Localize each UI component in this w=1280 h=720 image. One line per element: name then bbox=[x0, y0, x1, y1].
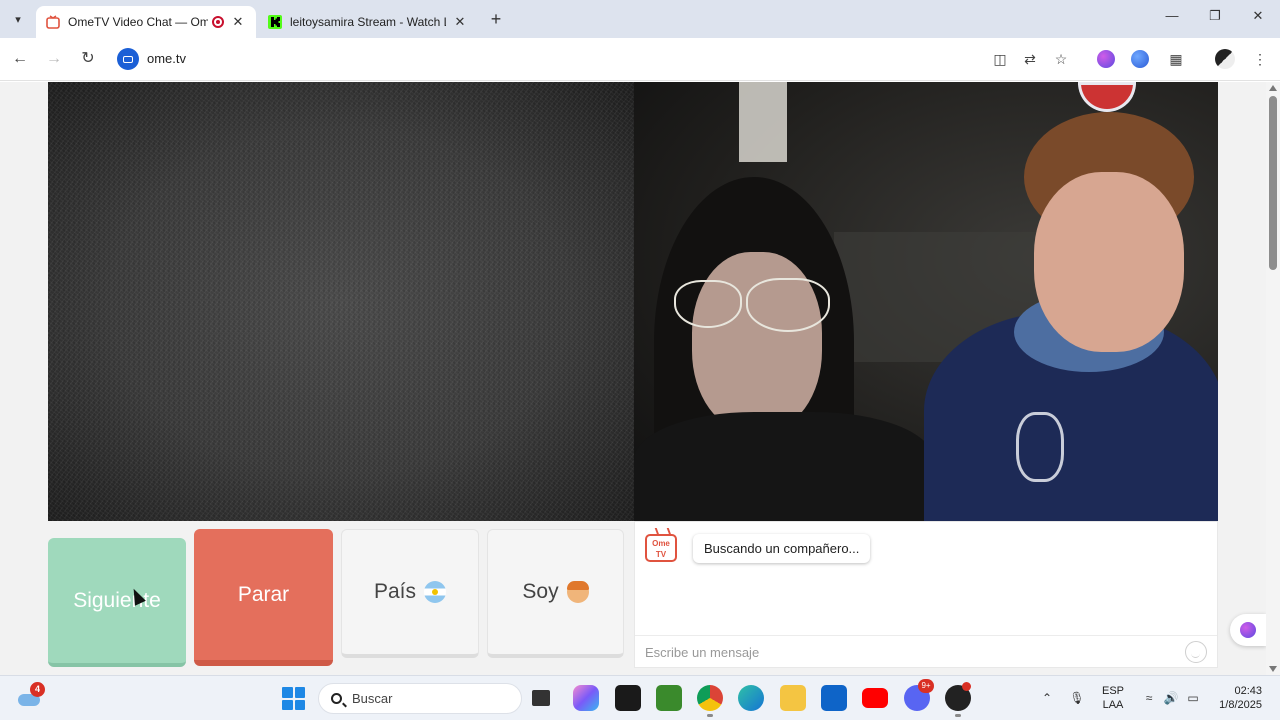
hoodie-logo bbox=[1016, 412, 1064, 482]
taskbar-search-label: Buscar bbox=[352, 691, 393, 706]
weather-widget[interactable]: 4 bbox=[16, 682, 45, 710]
tab-search-button[interactable]: ▾ bbox=[6, 8, 30, 30]
outlook-icon[interactable] bbox=[821, 685, 847, 711]
tab-title: OmeTV Video Chat — OmeTV bbox=[68, 15, 208, 29]
tab-ometv[interactable]: OmeTV Video Chat — OmeTV ✕ bbox=[36, 6, 256, 38]
tab-title: leitoysamira Stream - Watch Live bbox=[290, 15, 446, 29]
glasses-lens-left bbox=[674, 280, 742, 328]
gender-button-label: Soy bbox=[522, 580, 559, 603]
minecraft-icon[interactable] bbox=[656, 685, 682, 711]
chevron-up-icon[interactable]: ⌃ bbox=[1038, 689, 1056, 707]
new-tab-button[interactable]: + bbox=[486, 9, 506, 29]
discord-icon[interactable]: 9+ bbox=[904, 679, 934, 711]
discord-badge: 9+ bbox=[918, 679, 934, 693]
country-button-label: País bbox=[373, 580, 417, 603]
scroll-down-icon[interactable] bbox=[1269, 666, 1277, 672]
wifi-icon[interactable]: ≈ bbox=[1140, 689, 1158, 707]
page-scrollbar[interactable] bbox=[1266, 82, 1280, 675]
copilot-icon[interactable] bbox=[573, 685, 599, 711]
close-icon[interactable]: ✕ bbox=[230, 14, 246, 30]
cap-icon bbox=[1078, 82, 1136, 112]
forward-icon[interactable]: → bbox=[43, 48, 65, 70]
gender-button[interactable]: Soy bbox=[487, 529, 624, 658]
close-icon[interactable]: ✕ bbox=[452, 14, 468, 30]
country-button[interactable]: País bbox=[341, 529, 479, 658]
tab-strip: ▾ OmeTV Video Chat — OmeTV ✕ leitoysamir… bbox=[0, 0, 1280, 38]
running-indicator bbox=[707, 714, 713, 717]
youtube-icon[interactable] bbox=[862, 688, 888, 708]
volume-icon[interactable]: 🔊 bbox=[1162, 689, 1180, 707]
clock-date: 1/8/2025 bbox=[1219, 699, 1262, 711]
browser-toolbar: ← → ↻ ome.tv ◫ ⇄ ☆ ▦ ⋮ bbox=[0, 38, 1280, 81]
windows-start-icon[interactable] bbox=[282, 687, 305, 710]
battery-icon[interactable]: ▭ bbox=[1184, 689, 1202, 707]
next-button[interactable]: Siguiente bbox=[48, 538, 186, 667]
message-input[interactable] bbox=[645, 641, 1165, 663]
translate-icon[interactable]: ⇄ bbox=[1019, 48, 1041, 70]
argentina-flag-icon bbox=[424, 581, 447, 603]
file-explorer-icon[interactable] bbox=[780, 685, 806, 711]
scroll-up-icon[interactable] bbox=[1269, 85, 1277, 91]
address-bar[interactable]: ome.tv bbox=[147, 51, 186, 66]
extensions-puzzle-icon[interactable]: ▦ bbox=[1165, 48, 1187, 70]
game-app-icon[interactable] bbox=[615, 685, 641, 711]
ometv-icon bbox=[46, 15, 60, 29]
record-dot-icon bbox=[962, 682, 971, 691]
smiley-icon[interactable] bbox=[1185, 641, 1207, 663]
bookmark-star-icon[interactable]: ☆ bbox=[1050, 48, 1072, 70]
menu-dots-icon[interactable]: ⋮ bbox=[1249, 48, 1271, 70]
clock[interactable]: 02:43 1/8/2025 bbox=[1212, 684, 1262, 712]
status-message: Buscando un compañero... bbox=[693, 534, 871, 563]
extension-icon bbox=[1240, 622, 1256, 638]
chevron-down-icon: ▾ bbox=[15, 13, 21, 26]
site-camera-icon[interactable] bbox=[117, 48, 139, 70]
boy-face-icon bbox=[566, 581, 589, 603]
task-view-icon[interactable] bbox=[532, 690, 550, 706]
reload-icon[interactable]: ↻ bbox=[77, 48, 99, 70]
recording-icon bbox=[212, 16, 224, 28]
tab-kick-stream[interactable]: leitoysamira Stream - Watch Live ✕ bbox=[258, 6, 478, 38]
language-indicator[interactable]: ESP LAA bbox=[1096, 684, 1130, 712]
scroll-thumb[interactable] bbox=[1269, 96, 1277, 270]
stranger-video-placeholder bbox=[48, 82, 634, 521]
kick-icon bbox=[268, 15, 282, 29]
extension-icon[interactable] bbox=[1097, 50, 1115, 68]
person-left-body bbox=[634, 412, 934, 521]
background-door bbox=[739, 82, 787, 162]
obs-icon[interactable] bbox=[945, 682, 971, 711]
language-code: ESP bbox=[1101, 685, 1124, 697]
own-camera-video bbox=[634, 82, 1218, 521]
keyboard-layout: LAA bbox=[1102, 699, 1124, 711]
install-app-icon[interactable]: ◫ bbox=[989, 48, 1011, 70]
ometv-logo: Ome TV bbox=[645, 534, 677, 562]
chat-input-bar bbox=[635, 635, 1217, 667]
floating-extension-button[interactable] bbox=[1230, 614, 1266, 646]
running-indicator bbox=[955, 714, 961, 717]
stop-button-label: Parar bbox=[237, 582, 290, 606]
back-icon[interactable]: ← bbox=[9, 48, 31, 70]
weather-badge: 4 bbox=[30, 682, 45, 697]
stop-button[interactable]: Parar bbox=[194, 529, 333, 666]
chat-panel: Ome TV Buscando un compañero... bbox=[634, 521, 1218, 668]
restore-button[interactable]: ❐ bbox=[1201, 8, 1229, 28]
person-right-face bbox=[1034, 172, 1184, 352]
glasses-lens-right bbox=[746, 278, 830, 332]
extension-icon[interactable] bbox=[1131, 50, 1149, 68]
chrome-icon[interactable] bbox=[697, 685, 723, 711]
clock-time: 02:43 bbox=[1234, 685, 1262, 697]
taskbar-search[interactable]: Buscar bbox=[318, 683, 522, 714]
window-close-button[interactable]: ✕ bbox=[1244, 8, 1272, 28]
ometv-page: Siguiente Parar País Soy Ome TV Buscando… bbox=[0, 82, 1280, 675]
edge-icon[interactable] bbox=[738, 685, 764, 711]
microphone-icon[interactable]: 🎙 bbox=[1068, 689, 1086, 707]
windows-taskbar: 4 Buscar 9+ ⌃ 🎙 ESP LAA ≈ 🔊 ▭ 02:43 1/8/… bbox=[0, 675, 1280, 720]
search-icon bbox=[331, 693, 342, 704]
profile-avatar[interactable] bbox=[1215, 49, 1235, 69]
next-button-label: Siguiente bbox=[73, 588, 161, 612]
minimize-button[interactable]: — bbox=[1158, 8, 1186, 28]
